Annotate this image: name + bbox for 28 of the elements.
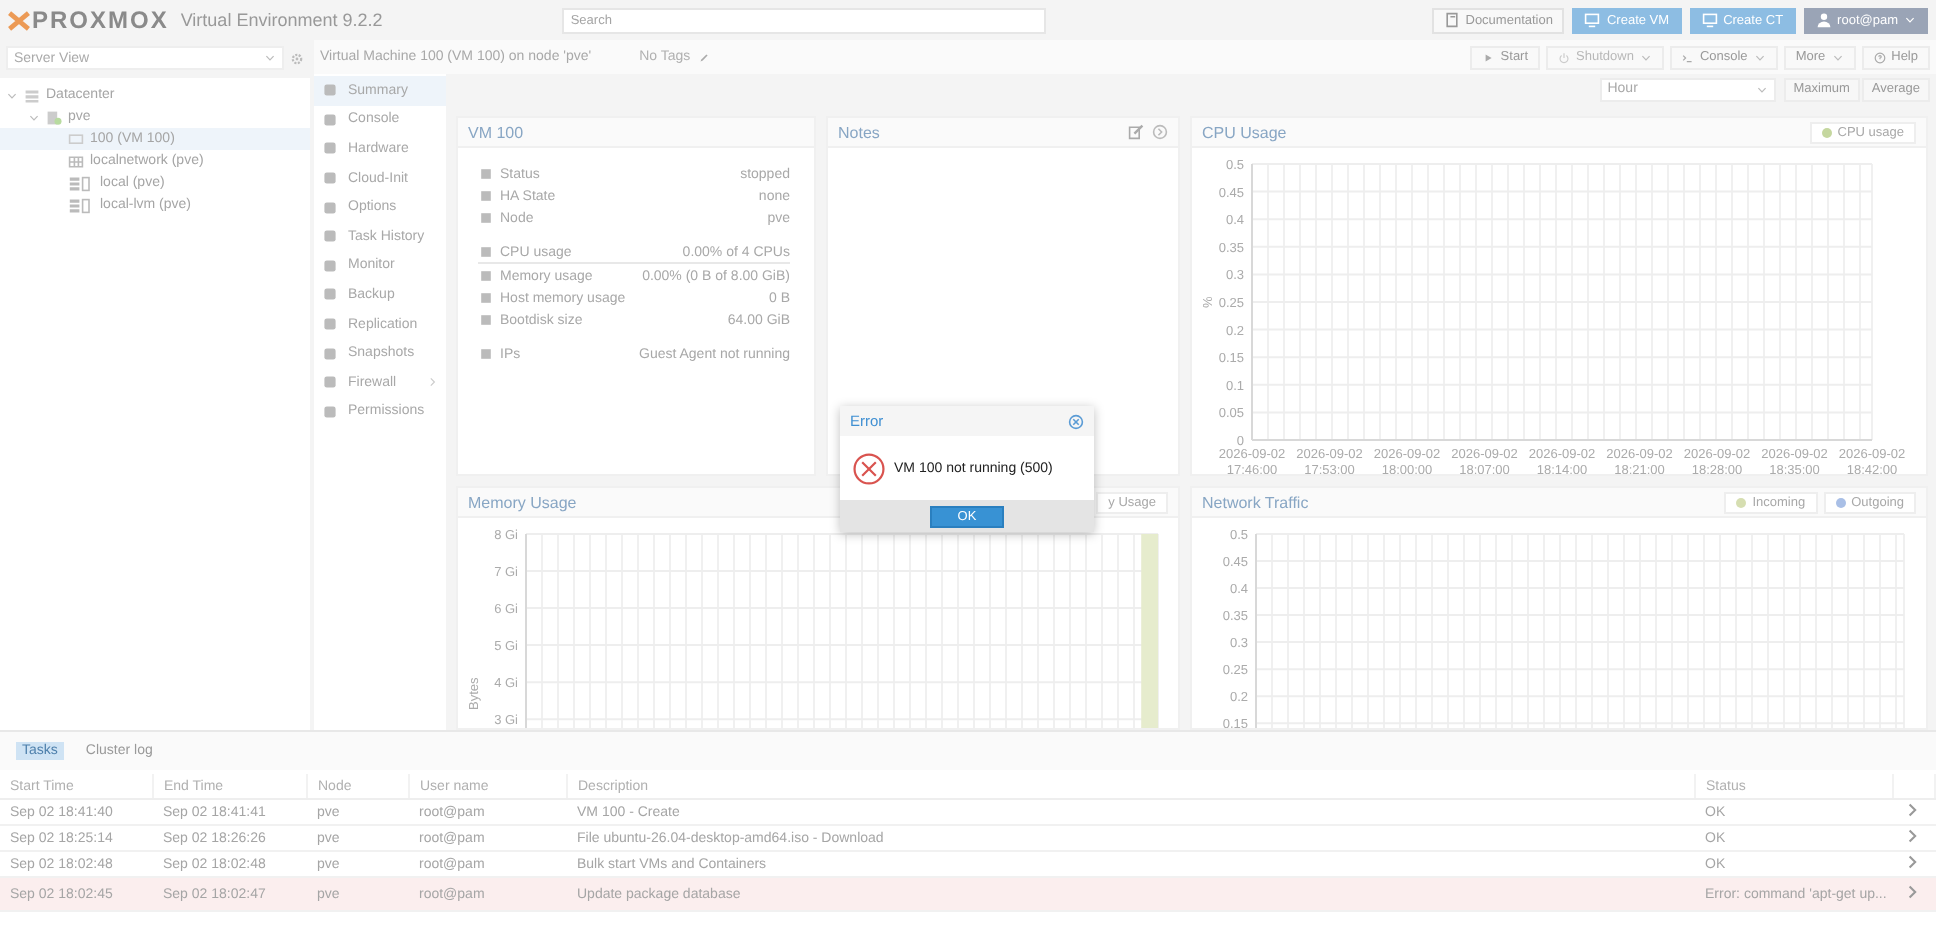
product-version: Virtual Environment 9.2.2 xyxy=(180,10,385,30)
grid-icon xyxy=(68,153,84,169)
question-icon xyxy=(1873,51,1886,63)
caret-icon xyxy=(1755,83,1768,95)
panel-title: CPU Usage xyxy=(1202,123,1287,141)
storage-icon xyxy=(68,175,94,191)
user-icon xyxy=(1815,12,1832,28)
caret-icon xyxy=(1904,14,1916,26)
expander-icon[interactable] xyxy=(6,89,18,101)
storage-icon xyxy=(68,197,94,213)
caret-icon xyxy=(264,52,276,64)
power-icon xyxy=(1558,51,1571,63)
node-icon xyxy=(46,109,62,125)
chevron-circle-icon[interactable] xyxy=(1152,124,1168,140)
panel-title: VM 100 xyxy=(468,123,524,141)
pencil-icon[interactable] xyxy=(698,51,711,63)
panel-title: Notes xyxy=(838,123,880,141)
close-icon[interactable] xyxy=(1068,413,1084,429)
server-rack-icon xyxy=(24,87,40,103)
error-icon xyxy=(852,451,886,485)
panel-title: Memory Usage xyxy=(468,493,577,511)
panel-title: Network Traffic xyxy=(1202,493,1309,511)
logo-text: PROXMOX xyxy=(32,6,169,34)
book-icon xyxy=(1443,12,1460,28)
edit-icon[interactable] xyxy=(1128,124,1144,140)
play-icon xyxy=(1482,51,1495,63)
x-logo-icon xyxy=(8,9,30,31)
expander-icon[interactable] xyxy=(28,111,40,123)
